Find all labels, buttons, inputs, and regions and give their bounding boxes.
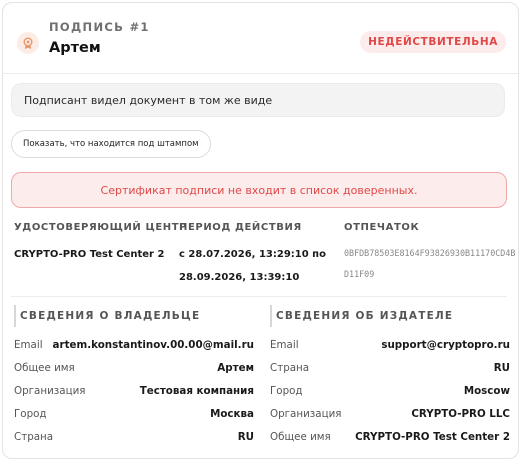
ca-column: УДОСТОВЕРЯЮЩИЙ ЦЕНТР CRYPTO-PRO Test Cen… bbox=[14, 222, 187, 266]
signature-header: ПОДПИСЬ #1 Артем НЕДЕЙСТВИТЕЛЬНА bbox=[3, 3, 518, 74]
owner-value: Тестовая компания bbox=[139, 385, 254, 397]
issuer-row: Email support@cryptopro.ru bbox=[270, 335, 510, 358]
thumbprint-value: 0BFDB78503E8164F93826930B11170CD4BD11F09 bbox=[344, 248, 516, 279]
status-badge: НЕДЕЙСТВИТЕЛЬНА bbox=[360, 31, 506, 53]
validity-from: с 28.07.2026, 13:29:10 по bbox=[179, 249, 326, 260]
untrusted-certificate-alert: Сертификат подписи не входит в список до… bbox=[11, 172, 507, 208]
thumbprint-label: ОТПЕЧАТОК bbox=[344, 222, 420, 233]
owner-row: Общее имя Артем bbox=[14, 358, 254, 381]
issuer-section: СВЕДЕНИЯ ОБ ИЗДАТЕЛЕ Email support@crypto… bbox=[270, 305, 510, 450]
signature-number: ПОДПИСЬ #1 bbox=[49, 20, 150, 34]
issuer-value: RU bbox=[493, 362, 510, 374]
issuer-key: Организация bbox=[270, 408, 342, 420]
validity-value: с 28.07.2026, 13:29:10 по 28.09.2026, 13… bbox=[179, 243, 326, 289]
issuer-value: Moscow bbox=[463, 385, 510, 397]
issuer-row: Город Moscow bbox=[270, 381, 510, 404]
issuer-key: Email bbox=[270, 339, 299, 351]
issuer-row: Общее имя CRYPTO-PRO Test Center 2 bbox=[270, 427, 510, 450]
issuer-key: Город bbox=[270, 385, 303, 397]
owner-row: Организация Тестовая компания bbox=[14, 381, 254, 404]
ca-label: УДОСТОВЕРЯЮЩИЙ ЦЕНТР bbox=[14, 222, 188, 233]
owner-value: artem.konstantinov.00.00@mail.ru bbox=[52, 339, 254, 351]
owner-row: Email artem.konstantinov.00.00@mail.ru bbox=[14, 335, 254, 358]
issuer-section-title: СВЕДЕНИЯ ОБ ИЗДАТЕЛЕ bbox=[270, 305, 510, 327]
issuer-row: Страна RU bbox=[270, 358, 510, 381]
issuer-key: Общее имя bbox=[270, 431, 331, 443]
ca-value: CRYPTO-PRO Test Center 2 bbox=[14, 249, 165, 260]
owner-value: Москва bbox=[210, 408, 254, 420]
issuer-row: Организация CRYPTO-PRO LLC bbox=[270, 404, 510, 427]
show-under-stamp-button[interactable]: Показать, что находится под штампом bbox=[11, 130, 211, 158]
owner-key: Город bbox=[14, 408, 47, 420]
owner-section-title: СВЕДЕНИЯ О ВЛАДЕЛЬЦЕ bbox=[14, 305, 254, 327]
owner-value: Артем bbox=[217, 362, 254, 374]
seal-icon bbox=[17, 32, 39, 54]
thumbprint-column: ОТПЕЧАТОК 0BFDB78503E8164F93826930B11170… bbox=[344, 222, 519, 285]
owner-section: СВЕДЕНИЯ О ВЛАДЕЛЬЦЕ Email artem.konstant… bbox=[14, 305, 254, 450]
signer-name: Артем bbox=[49, 40, 101, 56]
owner-key: Общее имя bbox=[14, 362, 75, 374]
signer-view-note: Подписант видел документ в том же виде bbox=[11, 83, 505, 117]
owner-key: Страна bbox=[14, 431, 54, 443]
issuer-value: support@cryptopro.ru bbox=[381, 339, 510, 351]
validity-label: ПЕРИОД ДЕЙСТВИЯ bbox=[179, 222, 302, 233]
owner-row: Город Москва bbox=[14, 404, 254, 427]
validity-to: 28.09.2026, 13:39:10 bbox=[179, 272, 300, 283]
validity-column: ПЕРИОД ДЕЙСТВИЯ с 28.07.2026, 13:29:10 п… bbox=[179, 222, 326, 289]
issuer-value: CRYPTO-PRO LLC bbox=[411, 408, 510, 420]
owner-key: Организация bbox=[14, 385, 86, 397]
issuer-value: CRYPTO-PRO Test Center 2 bbox=[355, 431, 510, 443]
section-divider bbox=[11, 296, 507, 297]
owner-row: Страна RU bbox=[14, 427, 254, 450]
owner-key: Email bbox=[14, 339, 43, 351]
owner-value: RU bbox=[237, 431, 254, 443]
issuer-key: Страна bbox=[270, 362, 310, 374]
